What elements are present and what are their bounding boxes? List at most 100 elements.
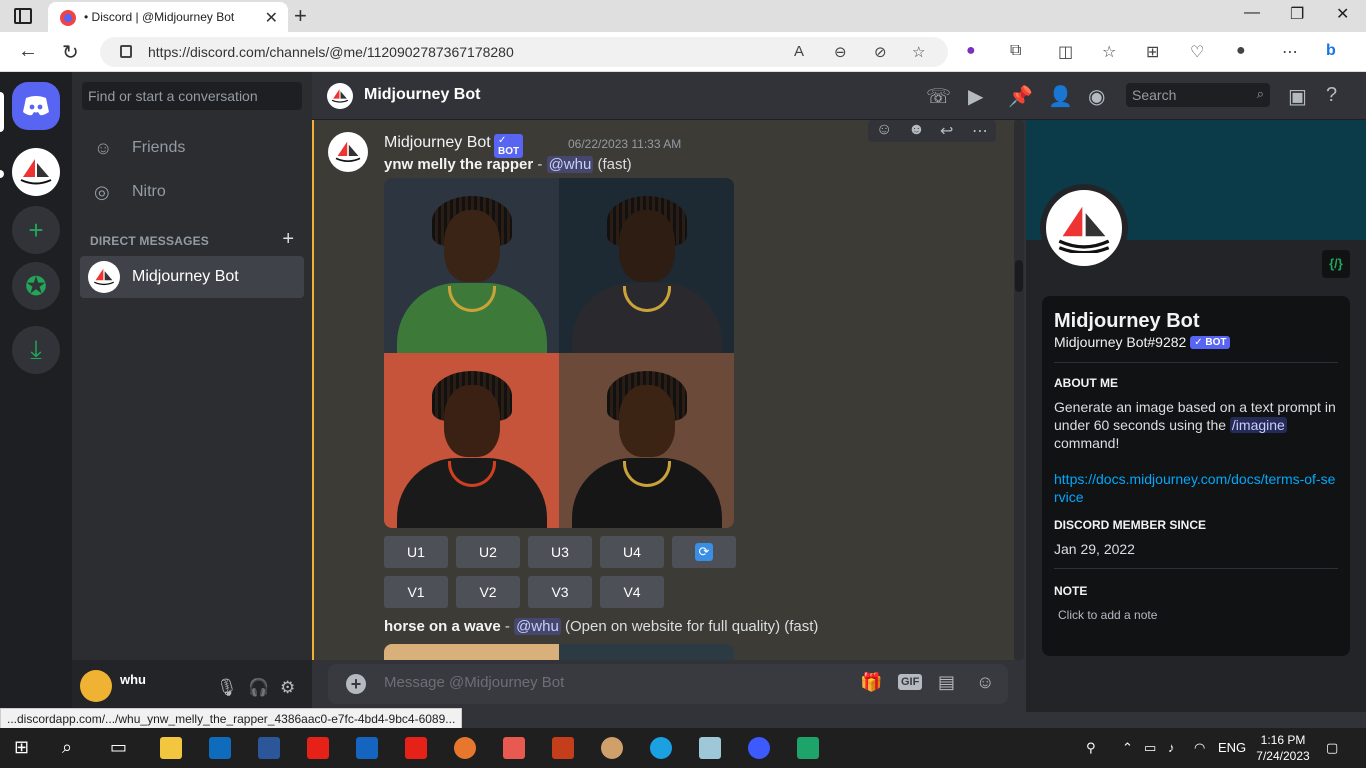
image-grid-partial[interactable]: [384, 644, 734, 660]
split-screen-icon[interactable]: ◫: [1058, 42, 1073, 62]
profile-icon[interactable]: ●: [1236, 42, 1246, 60]
u1-button[interactable]: U1: [384, 536, 448, 568]
youtube-icon[interactable]: [307, 737, 329, 759]
tracking-icon[interactable]: ⊘: [874, 43, 887, 61]
author-name[interactable]: Midjourney Bot: [384, 134, 491, 151]
terms-link[interactable]: https://docs.midjourney.com/docs/terms-o…: [1054, 470, 1338, 506]
create-dm-icon[interactable]: +: [282, 228, 294, 251]
find-conversation-input[interactable]: Find or start a conversation: [82, 82, 302, 110]
v3-button[interactable]: V3: [528, 576, 592, 608]
emoji-icon[interactable]: ☺: [976, 672, 994, 693]
v4-button[interactable]: V4: [600, 576, 664, 608]
add-reaction-icon[interactable]: ☺: [876, 121, 892, 139]
add-super-reaction-icon[interactable]: ☻: [908, 121, 925, 139]
sidebar-item-friends[interactable]: ☺ Friends: [80, 128, 304, 168]
user-mention[interactable]: @whu: [514, 618, 561, 635]
app-icon[interactable]: [356, 737, 378, 759]
app-icon[interactable]: [797, 737, 819, 759]
video-call-icon[interactable]: ▶: [968, 84, 983, 109]
zoom-out-icon[interactable]: ⊖: [834, 43, 847, 61]
extension-icon[interactable]: ●: [966, 42, 976, 60]
minimize-icon[interactable]: —: [1244, 4, 1260, 22]
gif-button[interactable]: GIF: [898, 674, 923, 690]
user-avatar[interactable]: [80, 670, 112, 702]
app-icon[interactable]: [748, 737, 770, 759]
network-icon[interactable]: ◠: [1194, 740, 1205, 756]
user-profile-icon[interactable]: ◉: [1088, 84, 1105, 109]
edge-icon[interactable]: [650, 737, 672, 759]
browser-tab[interactable]: • Discord | @Midjourney Bot ✕: [48, 2, 288, 32]
search-input[interactable]: Search ⌕: [1126, 83, 1270, 107]
grid-image-4[interactable]: [559, 353, 734, 528]
discord-home-icon[interactable]: [12, 82, 60, 130]
notifications-icon[interactable]: ▢: [1326, 740, 1338, 756]
restore-icon[interactable]: ❐: [1290, 4, 1304, 24]
reroll-button[interactable]: ⟳: [672, 536, 736, 568]
add-server-icon[interactable]: +: [12, 206, 60, 254]
read-aloud-icon[interactable]: A: [794, 43, 804, 60]
imagine-command[interactable]: /imagine: [1229, 417, 1287, 433]
voice-call-icon[interactable]: ☏: [926, 84, 951, 109]
refresh-icon[interactable]: ↻: [62, 40, 79, 65]
settings-gear-icon[interactable]: ⚙: [280, 678, 295, 698]
download-apps-icon[interactable]: ⤓: [12, 326, 60, 374]
back-icon[interactable]: ←: [18, 40, 38, 63]
help-icon[interactable]: ?: [1326, 84, 1337, 107]
volume-icon[interactable]: ♪: [1168, 740, 1175, 755]
tab-actions-icon[interactable]: [14, 8, 32, 24]
mute-icon[interactable]: 🎙: [216, 678, 238, 698]
language-indicator[interactable]: ENG: [1218, 740, 1246, 755]
start-icon[interactable]: ⊞: [14, 737, 29, 758]
v1-button[interactable]: V1: [384, 576, 448, 608]
url-field[interactable]: https://discord.com/channels/@me/1120902…: [100, 37, 948, 67]
extensions-puzzle-icon[interactable]: ⧉: [1010, 42, 1021, 60]
app-icon[interactable]: [503, 737, 525, 759]
reply-icon[interactable]: ↩: [940, 121, 953, 141]
pinned-messages-icon[interactable]: 📌: [1008, 84, 1033, 109]
attach-plus-icon[interactable]: +: [346, 674, 366, 694]
new-tab-icon[interactable]: +: [294, 3, 307, 29]
grid-image-1[interactable]: [384, 178, 559, 353]
people-icon[interactable]: ⚲: [1086, 740, 1096, 756]
image-grid[interactable]: [384, 178, 734, 528]
word-icon[interactable]: [258, 737, 280, 759]
user-mention[interactable]: @whu: [546, 156, 594, 173]
u3-button[interactable]: U3: [528, 536, 592, 568]
battery-icon[interactable]: ▭: [1144, 740, 1156, 756]
search-icon[interactable]: ⌕: [62, 737, 72, 758]
close-tab-icon[interactable]: ✕: [265, 8, 278, 28]
inbox-icon[interactable]: ▣: [1288, 84, 1307, 109]
message-composer[interactable]: + Message @Midjourney Bot 🎁 GIF ▤ ☺: [328, 664, 1008, 704]
v2-button[interactable]: V2: [456, 576, 520, 608]
favorites-icon[interactable]: ☆: [1102, 42, 1116, 62]
note-input[interactable]: Click to add a note: [1058, 608, 1157, 622]
task-view-icon[interactable]: ▭: [110, 737, 127, 758]
powerpoint-icon[interactable]: [552, 737, 574, 759]
headphones-icon[interactable]: 🎧: [248, 678, 269, 698]
message-avatar[interactable]: [328, 132, 368, 172]
message-input[interactable]: Message @Midjourney Bot: [384, 674, 564, 691]
sticker-icon[interactable]: ▤: [938, 672, 955, 693]
youtube-icon[interactable]: [405, 737, 427, 759]
collections-icon[interactable]: ⊞: [1146, 42, 1159, 62]
performance-icon[interactable]: ♡: [1190, 42, 1204, 62]
close-window-icon[interactable]: ✕: [1336, 4, 1349, 24]
tray-overflow-icon[interactable]: ⌃: [1122, 740, 1133, 756]
supports-commands-icon[interactable]: {/}: [1322, 250, 1350, 278]
dm-item-midjourney-bot[interactable]: Midjourney Bot: [80, 256, 304, 298]
add-friends-to-dm-icon[interactable]: 👤: [1048, 84, 1073, 109]
scrollbar-track[interactable]: [1014, 120, 1024, 660]
midjourney-server-icon[interactable]: [12, 148, 60, 196]
gift-icon[interactable]: 🎁: [860, 672, 882, 693]
explore-servers-icon[interactable]: ✪: [12, 262, 60, 310]
bing-icon[interactable]: b: [1326, 42, 1336, 60]
paint-icon[interactable]: [601, 737, 623, 759]
u2-button[interactable]: U2: [456, 536, 520, 568]
more-icon[interactable]: ⋯: [972, 121, 988, 141]
u4-button[interactable]: U4: [600, 536, 664, 568]
message-list[interactable]: Midjourney Bot ✓ BOT 06/22/2023 11:33 AM…: [312, 120, 1014, 660]
grid-image-2[interactable]: [559, 178, 734, 353]
scrollbar-thumb[interactable]: [1015, 260, 1023, 292]
file-explorer-icon[interactable]: [160, 737, 182, 759]
grid-image-3[interactable]: [384, 353, 559, 528]
